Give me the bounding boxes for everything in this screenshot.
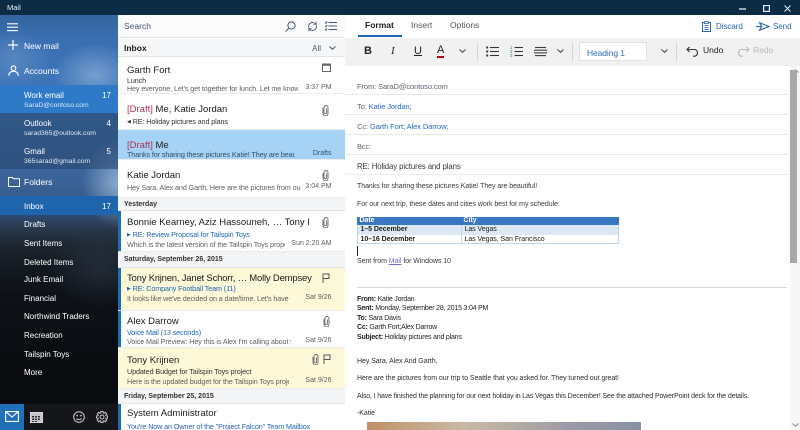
svg-text:3: 3: [510, 53, 513, 57]
